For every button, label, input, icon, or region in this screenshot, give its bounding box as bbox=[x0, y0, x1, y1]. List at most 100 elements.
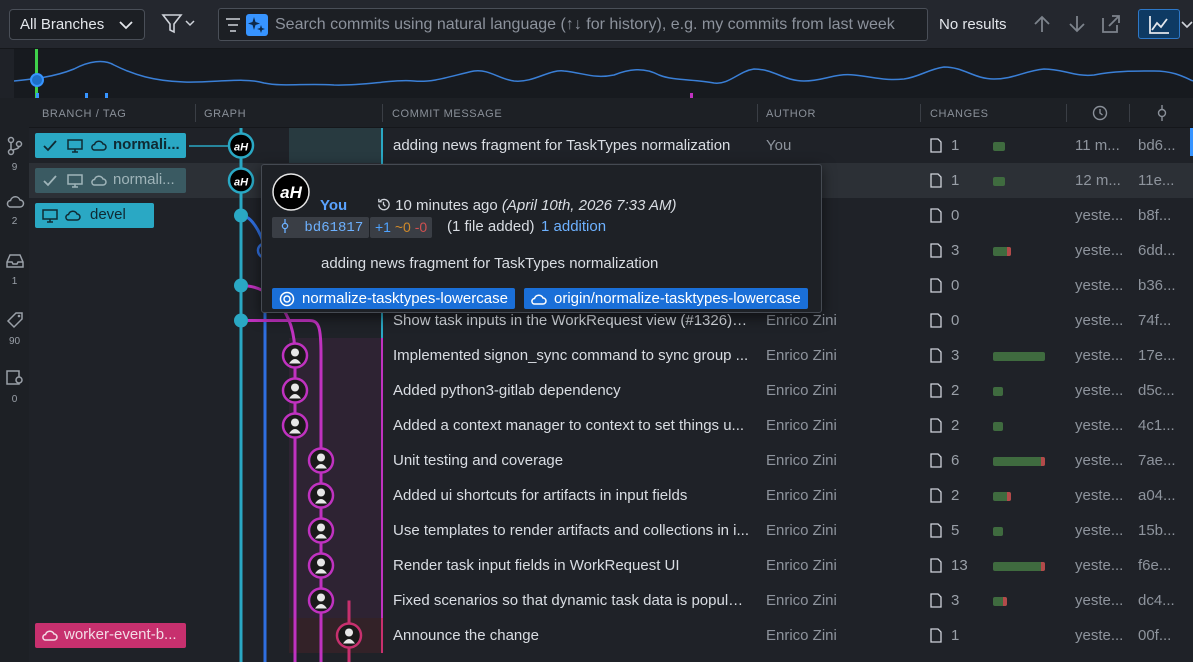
branch-label[interactable]: normali... bbox=[35, 133, 186, 158]
commit-node-dot bbox=[234, 313, 248, 328]
ai-search-toggle[interactable] bbox=[246, 14, 268, 36]
changed-files-count: 2 bbox=[951, 417, 960, 434]
commit-date: yeste... bbox=[1075, 452, 1124, 469]
tooltip-commit-message: adding news fragment for TaskTypes norma… bbox=[321, 255, 659, 272]
ref-label: normalize-tasktypes-lowercase bbox=[302, 290, 508, 307]
commit-date: yeste... bbox=[1075, 487, 1124, 504]
commit-message: Unit testing and coverage bbox=[393, 452, 564, 469]
file-icon bbox=[930, 243, 942, 258]
tooltip-sha-chip[interactable]: bd61817 bbox=[272, 217, 370, 238]
lane-indicator bbox=[381, 408, 383, 443]
tags-count: 90 bbox=[8, 336, 21, 347]
lane-indicator bbox=[381, 548, 383, 583]
column-divider[interactable] bbox=[195, 104, 196, 122]
tag-icon bbox=[6, 312, 23, 329]
commit-author: You bbox=[766, 137, 792, 154]
branch-label-text: worker-event-b... bbox=[64, 626, 177, 643]
commit-date: yeste... bbox=[1075, 417, 1124, 434]
branch-label[interactable]: worker-event-b... bbox=[35, 623, 186, 648]
open-external-icon[interactable] bbox=[1099, 12, 1123, 36]
commit-node-dot bbox=[234, 208, 248, 223]
tags-panel-button[interactable]: 90 bbox=[0, 310, 29, 347]
stat-additions: +1 bbox=[375, 219, 391, 235]
clock-icon[interactable] bbox=[1092, 105, 1108, 121]
file-icon bbox=[930, 383, 942, 398]
column-divider[interactable] bbox=[920, 104, 921, 122]
changes-bar bbox=[993, 492, 1011, 501]
toggle-minimap-button[interactable] bbox=[1138, 9, 1180, 39]
chevron-down-icon[interactable] bbox=[1181, 12, 1193, 36]
avatar-head bbox=[291, 348, 299, 357]
column-divider[interactable] bbox=[1129, 104, 1130, 122]
changed-files-count: 13 bbox=[951, 557, 968, 574]
remotes-count: 2 bbox=[11, 216, 18, 227]
changes-bar bbox=[993, 562, 1045, 571]
column-divider[interactable] bbox=[382, 104, 383, 122]
file-icon bbox=[930, 523, 942, 538]
changes-bar bbox=[993, 247, 1011, 256]
worktrees-panel-button[interactable]: 0 bbox=[0, 368, 29, 405]
tooltip-ref-local-branch[interactable]: normalize-tasktypes-lowercase bbox=[272, 288, 515, 309]
tooltip-change-stats: +1 ~0 -0 bbox=[370, 217, 433, 238]
branch-filter-label: All Branches bbox=[20, 16, 105, 33]
check-icon bbox=[43, 175, 57, 187]
file-icon bbox=[930, 418, 942, 433]
branch-filter-dropdown[interactable]: All Branches bbox=[9, 9, 145, 40]
commit-sha: dc4... bbox=[1138, 592, 1175, 609]
column-commit-message[interactable]: COMMIT MESSAGE bbox=[392, 108, 502, 120]
lane-indicator bbox=[381, 443, 383, 478]
computer-icon bbox=[67, 174, 83, 188]
avatar-initials: aH bbox=[234, 177, 249, 189]
tooltip-ref-remote-branch[interactable]: origin/normalize-tasktypes-lowercase bbox=[524, 288, 808, 309]
cloud-icon bbox=[6, 196, 24, 208]
branch-label-text: normali... bbox=[113, 171, 175, 188]
changes-bar bbox=[993, 352, 1045, 361]
commit-date: yeste... bbox=[1075, 522, 1124, 539]
commit-message: Show task inputs in the WorkRequest view… bbox=[393, 312, 751, 329]
filter-button[interactable] bbox=[160, 11, 200, 37]
commit-activity-minimap[interactable] bbox=[13, 49, 1193, 98]
branch-label[interactable]: normali... bbox=[35, 168, 186, 193]
column-graph[interactable]: GRAPH bbox=[204, 108, 246, 120]
commit-message: Announce the change bbox=[393, 627, 539, 644]
commit-sha: d5c... bbox=[1138, 382, 1175, 399]
column-author[interactable]: AUTHOR bbox=[766, 108, 816, 120]
check-icon bbox=[43, 140, 57, 152]
target-icon bbox=[279, 291, 295, 307]
stashes-panel-button[interactable]: 1 bbox=[0, 252, 29, 287]
commit-sha: b36... bbox=[1138, 277, 1176, 294]
column-divider[interactable] bbox=[757, 104, 758, 122]
commit-search-box[interactable] bbox=[218, 8, 928, 41]
commit-date: 12 m... bbox=[1075, 172, 1121, 189]
search-options-icon[interactable] bbox=[225, 16, 241, 34]
remotes-panel-button[interactable]: 2 bbox=[0, 194, 29, 227]
arrow-down-icon[interactable] bbox=[1065, 12, 1089, 36]
commit-search-input[interactable] bbox=[275, 14, 915, 36]
changed-files-count: 5 bbox=[951, 522, 960, 539]
branch-label[interactable]: devel bbox=[35, 203, 154, 228]
commit-sha: 6dd... bbox=[1138, 242, 1176, 259]
commit-icon bbox=[281, 219, 289, 233]
cloud-icon bbox=[42, 630, 58, 641]
sparkle-icon bbox=[248, 17, 265, 33]
commit-sha: f6e... bbox=[1138, 557, 1172, 574]
column-divider[interactable] bbox=[1066, 104, 1067, 122]
branch-label-text: normali... bbox=[113, 136, 180, 153]
file-icon bbox=[930, 558, 942, 573]
deletions-segment bbox=[1007, 492, 1011, 501]
tooltip-additions-link[interactable]: 1 addition bbox=[541, 218, 606, 235]
commit-message: Implemented signon_sync command to sync … bbox=[393, 347, 749, 364]
column-branch-tag[interactable]: BRANCH / TAG bbox=[42, 108, 126, 120]
commit-message: adding news fragment for TaskTypes norma… bbox=[393, 137, 731, 154]
activity-sparkline bbox=[13, 49, 1193, 98]
commit-author: Enrico Zini bbox=[766, 382, 837, 399]
avatar-initials: aH bbox=[234, 142, 249, 154]
commit-author: Enrico Zini bbox=[766, 347, 837, 364]
arrow-up-icon[interactable] bbox=[1030, 12, 1054, 36]
column-changes[interactable]: CHANGES bbox=[930, 108, 989, 120]
branches-panel-button[interactable]: 9 bbox=[0, 136, 29, 173]
changed-files-count: 6 bbox=[951, 452, 960, 469]
commit-sha-icon[interactable] bbox=[1155, 104, 1169, 122]
changed-files-count: 2 bbox=[951, 487, 960, 504]
commit-sha: b8f... bbox=[1138, 207, 1172, 224]
